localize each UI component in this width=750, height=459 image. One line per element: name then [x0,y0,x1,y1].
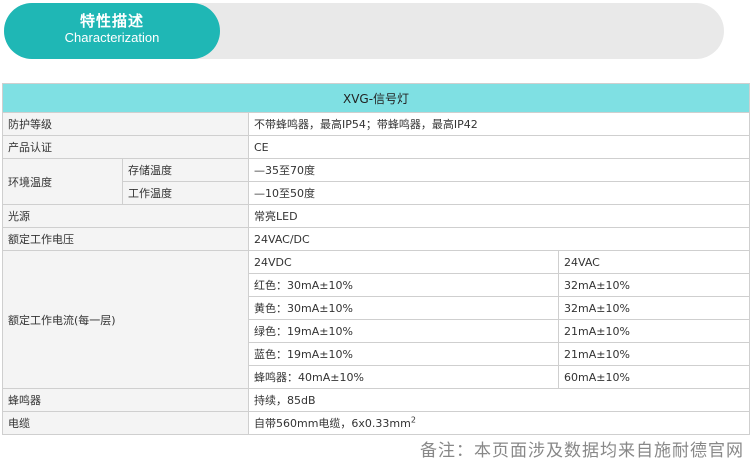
current-red-ac: 32mA±10% [558,273,750,297]
table-row: 环境温度 存储温度 —35至70度 [2,158,750,205]
table-title: XVG-信号灯 [2,83,750,113]
current-ac-header: 24VAC [558,250,750,274]
rated-voltage-label: 额定工作电压 [2,227,249,251]
spec-table: XVG-信号灯 防护等级 不带蜂鸣器，最高IP54；带蜂鸣器，最高IP42 产品… [2,83,750,435]
section-title: 特性描述 [79,12,144,30]
table-row: 蜂鸣器 持续，85dB [2,388,750,412]
footer-note: 备注：本页面涉及数据均来自施耐德官网 [420,441,744,459]
cable-value-superscript: 2 [410,415,416,425]
current-yellow-dc: 黄色：30mA±10% [248,296,559,320]
current-blue-ac: 21mA±10% [558,342,750,366]
working-temp-value: —10至50度 [248,181,750,205]
working-temp-label: 工作温度 [122,181,249,205]
cable-value: 自带560mm电缆，6x0.33mm [254,417,411,430]
cable-label: 电缆 [2,411,249,435]
rated-current-label: 额定工作电流(每一层) [2,250,249,389]
buzzer-value: 持续，85dB [248,388,750,412]
table-row: 额定工作电压 24VAC/DC [2,227,750,251]
spec-page: 特性描述 Characterization XVG-信号灯 防护等级 不带蜂鸣器… [0,0,750,459]
section-header: 特性描述 Characterization [4,3,220,59]
table-title-row: XVG-信号灯 [2,83,750,113]
certification-value: CE [248,135,750,159]
current-buzzer-dc: 蜂鸣器：40mA±10% [248,365,559,389]
current-green-ac: 21mA±10% [558,319,750,343]
buzzer-label: 蜂鸣器 [2,388,249,412]
current-dc-header: 24VDC [248,250,559,274]
table-row: 电缆 自带560mm电缆，6x0.33mm2 [2,411,750,435]
rated-voltage-value: 24VAC/DC [248,227,750,251]
certification-label: 产品认证 [2,135,249,159]
table-row: 光源 常亮LED [2,204,750,228]
current-green-dc: 绿色：19mA±10% [248,319,559,343]
protection-label: 防护等级 [2,112,249,136]
current-yellow-ac: 32mA±10% [558,296,750,320]
current-buzzer-ac: 60mA±10% [558,365,750,389]
section-subtitle: Characterization [64,30,160,45]
protection-value: 不带蜂鸣器，最高IP54；带蜂鸣器，最高IP42 [248,112,750,136]
cable-value-cell: 自带560mm电缆，6x0.33mm2 [248,411,750,435]
table-row: 防护等级 不带蜂鸣器，最高IP54；带蜂鸣器，最高IP42 [2,112,750,136]
table-row: 产品认证 CE [2,135,750,159]
current-red-dc: 红色：30mA±10% [248,273,559,297]
environment-label: 环境温度 [2,158,123,205]
current-blue-dc: 蓝色：19mA±10% [248,342,559,366]
light-source-value: 常亮LED [248,204,750,228]
storage-temp-label: 存储温度 [122,158,249,182]
table-row: 额定工作电流(每一层) 24VDC 24VAC [2,250,750,389]
storage-temp-value: —35至70度 [248,158,750,182]
light-source-label: 光源 [2,204,249,228]
